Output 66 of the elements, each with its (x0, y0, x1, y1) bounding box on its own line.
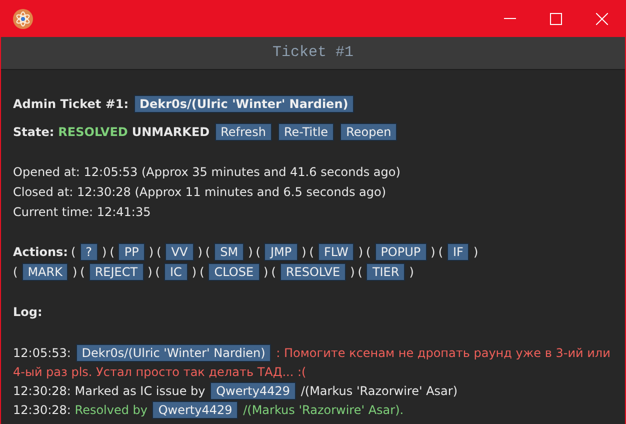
action-button[interactable]: PP (118, 243, 145, 261)
bracket: ( (156, 244, 162, 261)
time-info: Current time: 12:41:35 (13, 204, 151, 221)
bracket: ) (248, 244, 253, 261)
bracket: ) (148, 264, 152, 281)
bracket: ( (110, 244, 114, 261)
bracket: ( (155, 264, 160, 281)
bracket: ) (148, 244, 154, 261)
action-button[interactable]: MARK (22, 263, 68, 281)
bracket: ( (438, 244, 443, 261)
bracket: ( (200, 264, 204, 281)
bracket: ) (302, 244, 306, 261)
action-button[interactable]: RESOLVE (280, 263, 346, 281)
action-button[interactable]: JMP (264, 243, 298, 261)
player-link[interactable]: Dekr0s/(Ulric 'Winter' Nardien) (76, 344, 272, 362)
actions-label: Actions: (13, 244, 68, 261)
state-action-button[interactable]: Reopen (340, 123, 398, 141)
action-button[interactable]: CLOSE (208, 263, 260, 281)
action-button[interactable]: ? (80, 243, 98, 261)
player-link[interactable]: Qwerty4429 (210, 382, 296, 400)
bracket: ( (80, 264, 85, 281)
bracket: ) (409, 264, 414, 281)
state-label: State: (13, 124, 54, 141)
bracket: ) (264, 264, 268, 281)
time-info: Closed at: 12:30:28 (Approx 11 minutes and 6.5 seconds ago) (13, 184, 386, 201)
log-label: Log: (13, 304, 42, 321)
minimize-icon (504, 18, 516, 20)
state-action-button[interactable]: Re-Title (278, 123, 334, 141)
bracket: ) (102, 244, 107, 261)
bracket: ) (350, 264, 355, 281)
bracket: ( (256, 244, 260, 261)
ticket-label: Admin Ticket #1: (13, 96, 129, 113)
action-button[interactable]: POPUP (374, 243, 427, 261)
maximize-icon (550, 12, 562, 24)
bracket: ) (430, 244, 436, 261)
window-title: Ticket #1 (272, 42, 354, 63)
status-text: RESOLVED (58, 124, 128, 141)
state-action-button[interactable]: Refresh (214, 123, 272, 141)
log-entry: 12:05:53: Dekr0s/(Ulric 'Winter' Nardien) : Помогите ксенам не дропать раунд уже в 3-ий или 4-ый раз pls. Устал просто так делать ТАД... :( (13, 344, 612, 381)
action-button[interactable]: SM (214, 243, 244, 261)
close-icon (596, 12, 608, 24)
action-button[interactable]: IF (447, 243, 470, 261)
bracket: ( (366, 244, 371, 261)
bracket: ( (205, 244, 210, 261)
bracket: ( (70, 244, 76, 261)
time-info: Opened at: 12:05:53 (Approx 35 minutes and 41.6 seconds ago) (13, 164, 400, 181)
bracket: ) (358, 244, 363, 261)
bracket: ( (358, 264, 362, 281)
action-button[interactable]: TIER (366, 263, 406, 281)
action-button[interactable]: IC (164, 263, 188, 281)
action-button[interactable]: REJECT (88, 263, 144, 281)
bracket: ) (192, 264, 197, 281)
action-button[interactable]: FLW (318, 243, 354, 261)
player-link[interactable]: Qwerty4429 (152, 401, 238, 419)
action-button[interactable]: VV (165, 243, 194, 261)
bracket: ) (72, 264, 78, 281)
log-entry: 12:30:28: Resolved by Qwerty4429 /(Markus 'Razorwire' Asar). (13, 401, 405, 420)
bracket: ( (271, 264, 276, 281)
mark-status: UNMARKED (132, 124, 210, 141)
log-entry: 12:30:28: Marked as IC issue by Qwerty4429 /(Markus 'Razorwire' Asar) (13, 382, 459, 401)
bracket: ) (473, 244, 478, 261)
player-link[interactable]: Dekr0s/(Ulric 'Winter' Nardien) (134, 95, 354, 113)
bracket: ( (13, 264, 18, 281)
atom-icon (13, 8, 33, 28)
bracket: ( (309, 244, 314, 261)
bracket: ) (198, 244, 202, 261)
